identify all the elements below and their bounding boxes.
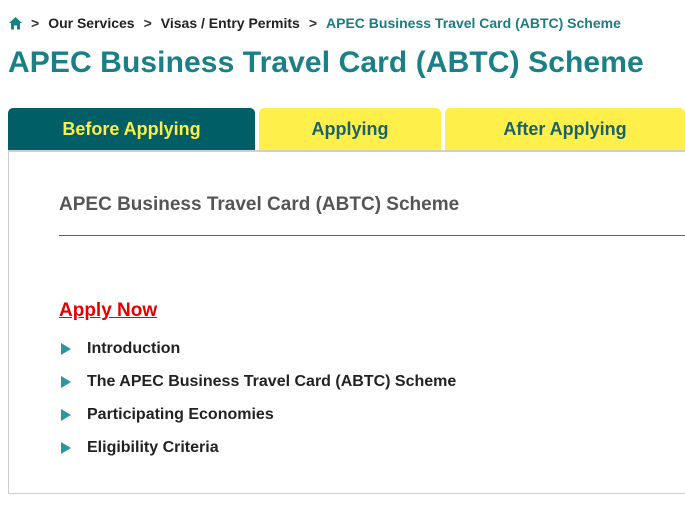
page-title: APEC Business Travel Card (ABTC) Scheme — [8, 46, 644, 79]
tab-applying[interactable]: Applying — [259, 108, 441, 150]
triangle-bullet-icon — [61, 376, 71, 388]
breadcrumb-separator: > — [143, 15, 152, 31]
list-item-introduction[interactable]: Introduction — [59, 340, 456, 373]
list-item-label: The APEC Business Travel Card (ABTC) Sch… — [87, 373, 457, 390]
tab-after-applying[interactable]: After Applying — [445, 108, 685, 150]
breadcrumb-separator: > — [308, 15, 317, 31]
list-item-label: Eligibility Criteria — [87, 439, 219, 456]
section-list: Introduction The APEC Business Travel Ca… — [59, 340, 456, 472]
triangle-bullet-icon — [61, 343, 71, 355]
panel-title: APEC Business Travel Card (ABTC) Scheme — [59, 194, 460, 215]
breadcrumb: > Our Services > Visas / Entry Permits >… — [8, 14, 630, 32]
triangle-bullet-icon — [61, 442, 71, 454]
tab-panel: APEC Business Travel Card (ABTC) Scheme … — [8, 150, 685, 494]
list-item-eligibility-criteria[interactable]: Eligibility Criteria — [59, 439, 456, 472]
breadcrumb-link-visas[interactable]: Visas / Entry Permits — [161, 15, 300, 31]
apply-now-link[interactable]: Apply Now — [59, 300, 157, 322]
breadcrumb-current: APEC Business Travel Card (ABTC) Scheme — [326, 15, 621, 31]
list-item-abtc-scheme[interactable]: The APEC Business Travel Card (ABTC) Sch… — [59, 373, 456, 406]
list-item-participating-economies[interactable]: Participating Economies — [59, 406, 456, 439]
tab-before-applying[interactable]: Before Applying — [8, 108, 255, 150]
tab-bar: Before Applying Applying After Applying — [8, 108, 685, 150]
home-icon[interactable] — [8, 16, 23, 31]
divider — [59, 235, 685, 236]
triangle-bullet-icon — [61, 409, 71, 421]
list-item-label: Introduction — [87, 340, 181, 357]
breadcrumb-separator: > — [31, 15, 40, 31]
breadcrumb-link-our-services[interactable]: Our Services — [48, 15, 134, 31]
list-item-label: Participating Economies — [87, 406, 274, 423]
